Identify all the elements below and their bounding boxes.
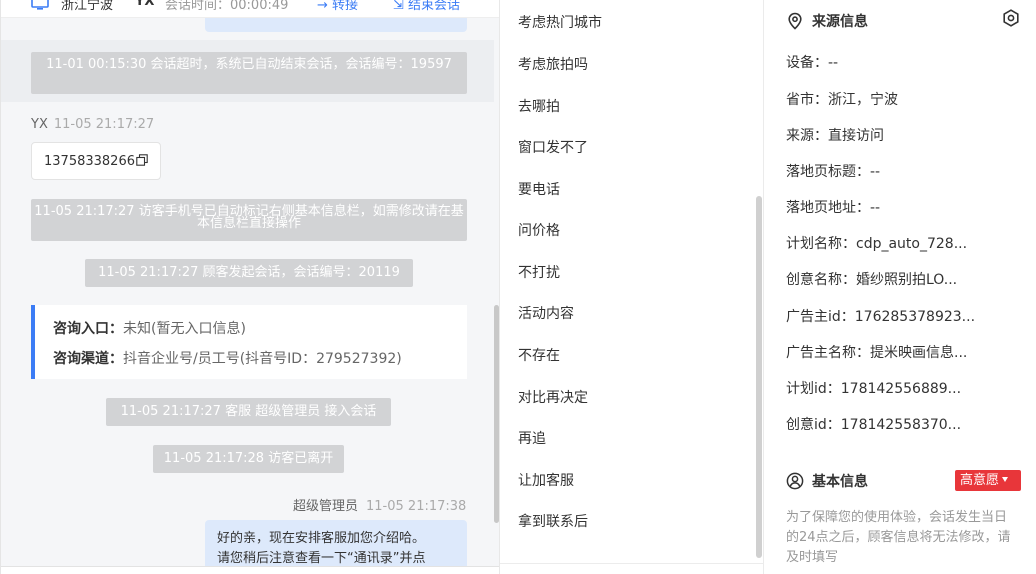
agent-message-meta: 超级管理员 11-05 21:17:38 [293, 495, 466, 514]
settings-icon[interactable] [1002, 9, 1020, 27]
phone-number: 13758338266 [44, 154, 135, 169]
province-field: 省市：浙江，宁波 [786, 92, 898, 108]
visitor-phone-bubble[interactable]: 13758338266 [31, 142, 161, 180]
quick-reply-list: 考虑热门城市 考虑旅拍吗 去哪拍 窗口发不了 要电话 问价格 不打扰 活动内容 … [500, 0, 764, 574]
computer-icon [31, 0, 49, 10]
quick-reply-item[interactable]: 考虑热门城市 [518, 12, 602, 32]
chat-input-area[interactable] [1, 566, 499, 574]
quick-reply-item[interactable]: 对比再决定 [518, 387, 588, 407]
transfer-button[interactable]: → 转接 [317, 0, 358, 13]
quick-reply-item[interactable]: 去哪拍 [518, 96, 560, 116]
basic-info-title: 基本信息 [812, 474, 868, 490]
visitor-location: 浙江宁波 [61, 0, 114, 13]
customer-info-panel: 来源信息 设备：-- 省市：浙江，宁波 来源：直接访问 落地页标题：-- 落地页… [764, 0, 1036, 574]
message-time: 11-05 21:17:38 [366, 499, 467, 514]
message-time: 11-05 21:17:27 [53, 117, 155, 132]
message-line: 好的亲，现在安排客服加您介绍哈。 [217, 531, 426, 546]
location-pin-icon [788, 12, 802, 30]
intent-level-dropdown[interactable]: 高意愿 [955, 470, 1021, 491]
consult-channel: 咨询渠道：抖音企业号/员工号(抖音号ID：279527392) [53, 348, 402, 368]
sender-name: YX [31, 117, 48, 132]
divider [500, 563, 764, 564]
system-message: 11-05 21:17:27 访客手机号已自动标记右侧基本信息栏，如需修改请在基… [31, 199, 467, 241]
transfer-label: 转接 [332, 0, 359, 13]
quick-reply-scrollbar[interactable] [756, 196, 762, 558]
copy-icon[interactable] [136, 154, 148, 166]
system-message: 11-05 21:17:27 客服 超级管理员 接入会话 [106, 398, 391, 426]
advertiser-name-field: 广告主名称：提米映画信息... [786, 345, 968, 361]
quick-reply-item[interactable]: 问价格 [518, 220, 560, 240]
plan-id-field: 计划id：178142556889... [786, 381, 962, 397]
consult-source-card: 咨询入口：未知(暂无入口信息) 咨询渠道：抖音企业号/员工号(抖音号ID：279… [31, 305, 467, 379]
landing-url-field: 落地页地址：-- [786, 200, 881, 216]
previous-agent-bubble [205, 18, 467, 32]
quick-reply-item[interactable]: 拿到联系后 [518, 511, 588, 531]
landing-title-field: 落地页标题：-- [786, 164, 881, 180]
consult-entry-value: 未知(暂无入口信息) [123, 321, 246, 337]
chat-header: 浙江宁波 YX 会话时间：00:00:49 → 转接 ⇲ 结束会话 [1, 0, 499, 18]
quick-reply-item[interactable]: 考虑旅拍吗 [518, 54, 588, 74]
system-message: 11-01 00:15:30 会话超时，系统已自动结束会话，会话编号：19597 [31, 52, 467, 94]
customer-service-workbench: 浙江宁波 YX 会话时间：00:00:49 → 转接 ⇲ 结束会话 11-01 … [0, 0, 1036, 574]
creative-id-field: 创意id：178142558370... [786, 417, 962, 433]
quick-reply-item[interactable]: 再追 [518, 428, 546, 448]
quick-reply-item[interactable]: 不存在 [518, 345, 560, 365]
plan-name-field: 计划名称：cdp_auto_728... [786, 236, 968, 252]
visitor-name: YX [135, 0, 155, 9]
basic-info-header: 基本信息 [786, 471, 868, 491]
quick-reply-item[interactable]: 活动内容 [518, 303, 574, 323]
session-duration: 会话时间：00:00:49 [165, 0, 289, 13]
user-circle-icon [786, 472, 804, 490]
consult-channel-label: 咨询渠道： [53, 351, 123, 367]
device-field: 设备：-- [786, 55, 839, 71]
intent-level-label: 高意愿 [960, 473, 1000, 488]
quick-reply-item[interactable]: 窗口发不了 [518, 137, 588, 157]
end-session-button[interactable]: ⇲ 结束会话 [393, 0, 460, 13]
creative-name-field: 创意名称：婚纱照别拍LO... [786, 272, 958, 288]
end-session-label: 结束会话 [408, 0, 461, 13]
edit-deadline-note: 为了保障您的使用体验，会话发生当日的24点之后，顾客信息将无法修改，请及时填写 [786, 510, 1011, 565]
quick-reply-item[interactable]: 要电话 [518, 179, 560, 199]
source-info-header: 来源信息 [786, 11, 868, 31]
consult-channel-value: 抖音企业号/员工号(抖音号ID：279527392) [123, 351, 402, 367]
visitor-message-meta: YX 11-05 21:17:27 [31, 117, 154, 132]
quick-reply-item[interactable]: 不打扰 [518, 262, 560, 282]
transfer-icon: → [317, 0, 333, 13]
source-info-title: 来源信息 [812, 14, 868, 30]
origin-field: 来源：直接访问 [786, 128, 884, 144]
consult-entry-label: 咨询入口： [53, 321, 123, 337]
consult-entry: 咨询入口：未知(暂无入口信息) [53, 318, 246, 338]
exit-icon: ⇲ [393, 0, 409, 13]
system-message: 11-05 21:17:28 访客已离开 [153, 445, 344, 473]
chat-panel: 浙江宁波 YX 会话时间：00:00:49 → 转接 ⇲ 结束会话 11-01 … [0, 0, 500, 574]
quick-reply-item[interactable]: 让加客服 [518, 470, 574, 490]
sender-name: 超级管理员 [293, 499, 359, 514]
system-message: 11-05 21:17:27 顾客发起会话，会话编号：20119 [85, 259, 413, 287]
caret-down-icon [1002, 477, 1009, 482]
chat-scrollbar[interactable] [494, 305, 499, 523]
advertiser-id-field: 广告主id：176285378923... [786, 309, 976, 325]
